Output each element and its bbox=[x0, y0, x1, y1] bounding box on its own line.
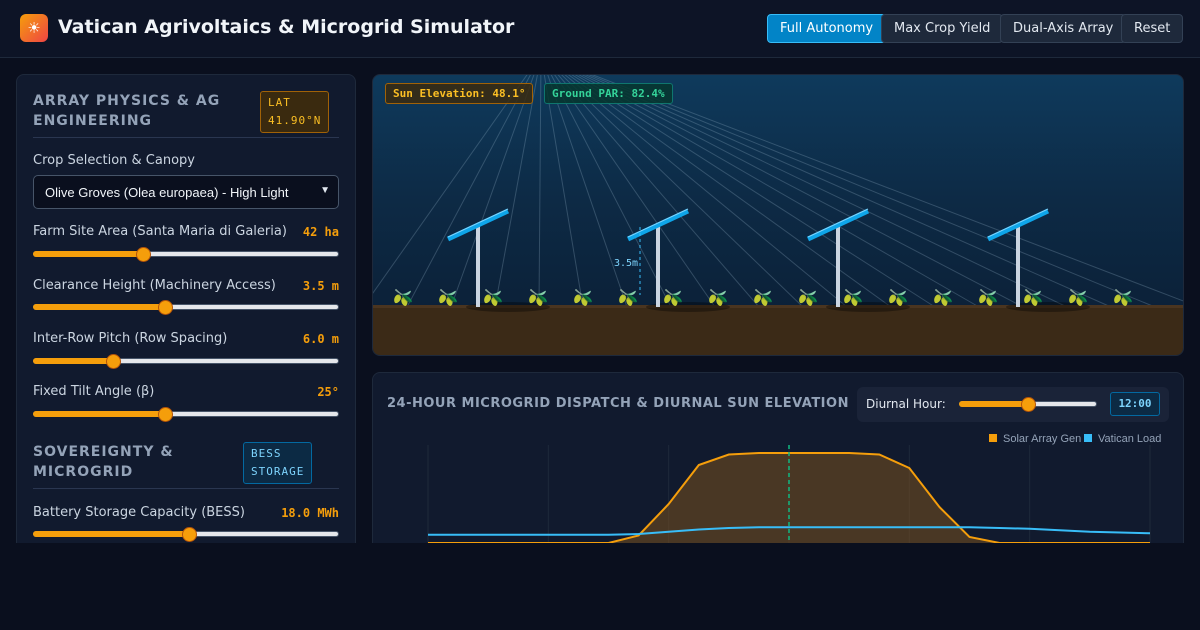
divider bbox=[33, 137, 339, 138]
section-title-line: SOVEREIGNTY & bbox=[33, 444, 174, 460]
sun-ray bbox=[557, 75, 760, 308]
panel-post bbox=[476, 225, 480, 307]
array-physics-title: ARRAY PHYSICS & AG ENGINEERING bbox=[33, 91, 220, 131]
sun-ray bbox=[450, 75, 535, 308]
slider-fill bbox=[33, 251, 144, 257]
microgrid-title: SOVEREIGNTY & MICROGRID bbox=[33, 442, 174, 482]
olive-plant-icon: 🫒 bbox=[1113, 288, 1133, 307]
section-title-line: ARRAY PHYSICS & AG bbox=[33, 93, 221, 109]
clearance-height-slider[interactable] bbox=[33, 300, 339, 315]
row-pitch-value: 6.0 m bbox=[302, 332, 339, 346]
clearance-height-value: 3.5 m bbox=[302, 279, 339, 293]
latitude-tag: LAT 41.90°N bbox=[260, 91, 330, 133]
olive-plant-icon: 🫒 bbox=[888, 288, 908, 307]
sun-ray bbox=[571, 75, 936, 308]
sun-ray bbox=[550, 75, 672, 308]
sun-rays bbox=[373, 75, 1183, 308]
max-crop-yield-button[interactable]: Max Crop Yield bbox=[881, 14, 1004, 43]
row-pitch-slider[interactable] bbox=[33, 354, 339, 369]
app-header: ☀ Vatican Agrivoltaics & Microgrid Simul… bbox=[0, 0, 1200, 58]
soil-ground bbox=[373, 305, 1183, 355]
battery-capacity-value: 18.0 MWh bbox=[281, 506, 339, 520]
row-pitch-label: Inter-Row Pitch (Row Spacing) bbox=[33, 331, 228, 346]
olive-plant-icon: 🫒 bbox=[843, 288, 863, 307]
olive-plant-icon: 🫒 bbox=[573, 288, 593, 307]
slider-thumb[interactable] bbox=[157, 407, 173, 422]
tilt-angle-value: 25° bbox=[317, 385, 339, 399]
dispatch-chart-panel: 24-HOUR MICROGRID DISPATCH & DIURNAL SUN… bbox=[372, 372, 1184, 572]
farm-area-label: Farm Site Area (Santa Maria di Galeria) bbox=[33, 224, 287, 239]
sun-ray bbox=[554, 75, 716, 308]
tilt-angle-slider[interactable] bbox=[33, 407, 339, 422]
slider-fill bbox=[33, 358, 113, 364]
crop-selection-label: Crop Selection & Canopy bbox=[33, 153, 195, 168]
panel-post bbox=[1016, 225, 1020, 307]
clearance-height-marker: 3.5m bbox=[614, 258, 638, 269]
crop-select[interactable]: Olive Groves (Olea europaea) - High Ligh… bbox=[33, 175, 339, 209]
slider-thumb[interactable] bbox=[157, 300, 173, 315]
sun-elevation-badge: Sun Elevation: 48.1° bbox=[385, 83, 534, 104]
slider-fill bbox=[33, 531, 190, 537]
olive-plant-icon: 🫒 bbox=[393, 288, 413, 307]
dual-axis-array-button[interactable]: Dual-Axis Array bbox=[1000, 14, 1127, 43]
chevron-down-icon: ▼ bbox=[320, 185, 330, 196]
sun-ray bbox=[574, 75, 980, 308]
panel-post bbox=[656, 225, 660, 307]
olive-plant-icon: 🫒 bbox=[528, 288, 548, 307]
farm-area-value: 42 ha bbox=[302, 225, 339, 239]
tag-line: 41.90°N bbox=[268, 114, 322, 127]
array-scene: 3.5m 🫒 🫒 🫒 🫒 🫒 🫒 🫒 🫒 🫒 🫒 🫒 🫒 🫒 🫒 🫒 🫒 🫒 Sun Elevation: 48… bbox=[372, 74, 1184, 356]
slider-thumb[interactable] bbox=[105, 354, 121, 369]
panel-post bbox=[836, 225, 840, 307]
olive-plant-icon: 🫒 bbox=[438, 288, 458, 307]
battery-capacity-slider[interactable] bbox=[33, 527, 339, 542]
olive-plant-icon: 🫒 bbox=[618, 288, 638, 307]
tag-line: STORAGE bbox=[251, 465, 305, 478]
control-panel: ARRAY PHYSICS & AG ENGINEERING LAT 41.90… bbox=[16, 74, 356, 554]
scene-canvas: 3.5m 🫒 🫒 🫒 🫒 🫒 🫒 🫒 🫒 🫒 🫒 🫒 🫒 🫒 🫒 🫒 🫒 🫒 bbox=[373, 75, 1183, 355]
olive-plant-icon: 🫒 bbox=[978, 288, 998, 307]
farm-area-slider[interactable] bbox=[33, 247, 339, 262]
slider-thumb[interactable] bbox=[182, 527, 198, 542]
slider-fill bbox=[33, 304, 165, 310]
tag-line: BESS bbox=[251, 447, 282, 460]
olive-plant-icon: 🫒 bbox=[708, 288, 728, 307]
crop-select-value: Olive Groves (Olea europaea) - High Ligh… bbox=[45, 185, 289, 200]
olive-plant-icon: 🫒 bbox=[1068, 288, 1088, 307]
olive-plant-icon: 🫒 bbox=[933, 288, 953, 307]
sun-ray bbox=[591, 75, 1183, 302]
ground-par-badge: Ground PAR: 82.4% bbox=[544, 83, 673, 104]
reset-button[interactable]: Reset bbox=[1121, 14, 1184, 43]
sun-icon: ☀ bbox=[20, 14, 48, 42]
section-title-line: ENGINEERING bbox=[33, 113, 153, 129]
olive-plant-icon: 🫒 bbox=[798, 288, 818, 307]
sun-ray bbox=[547, 75, 628, 308]
battery-capacity-label: Battery Storage Capacity (BESS) bbox=[33, 505, 245, 520]
tilt-angle-label: Fixed Tilt Angle (β) bbox=[33, 384, 155, 399]
sun-ray bbox=[538, 75, 542, 308]
olive-plant-icon: 🫒 bbox=[663, 288, 683, 307]
section-title-line: MICROGRID bbox=[33, 464, 134, 480]
olive-plant-icon: 🫒 bbox=[1023, 288, 1043, 307]
divider bbox=[33, 488, 339, 489]
sun-ray bbox=[543, 75, 584, 308]
tag-line: LAT bbox=[268, 96, 291, 109]
olive-plant-icon: 🫒 bbox=[483, 288, 503, 307]
slider-fill bbox=[33, 411, 165, 417]
olive-plant-icon: 🫒 bbox=[753, 288, 773, 307]
app-title: Vatican Agrivoltaics & Microgrid Simulat… bbox=[58, 16, 515, 38]
bess-storage-tag: BESS STORAGE bbox=[243, 442, 313, 484]
full-autonomy-button[interactable]: Full Autonomy bbox=[767, 14, 887, 43]
sun-ray bbox=[561, 75, 804, 308]
viewport-cutoff bbox=[0, 543, 1200, 630]
sun-ray bbox=[578, 75, 1024, 308]
clearance-height-label: Clearance Height (Machinery Access) bbox=[33, 278, 276, 293]
slider-thumb[interactable] bbox=[136, 247, 152, 262]
